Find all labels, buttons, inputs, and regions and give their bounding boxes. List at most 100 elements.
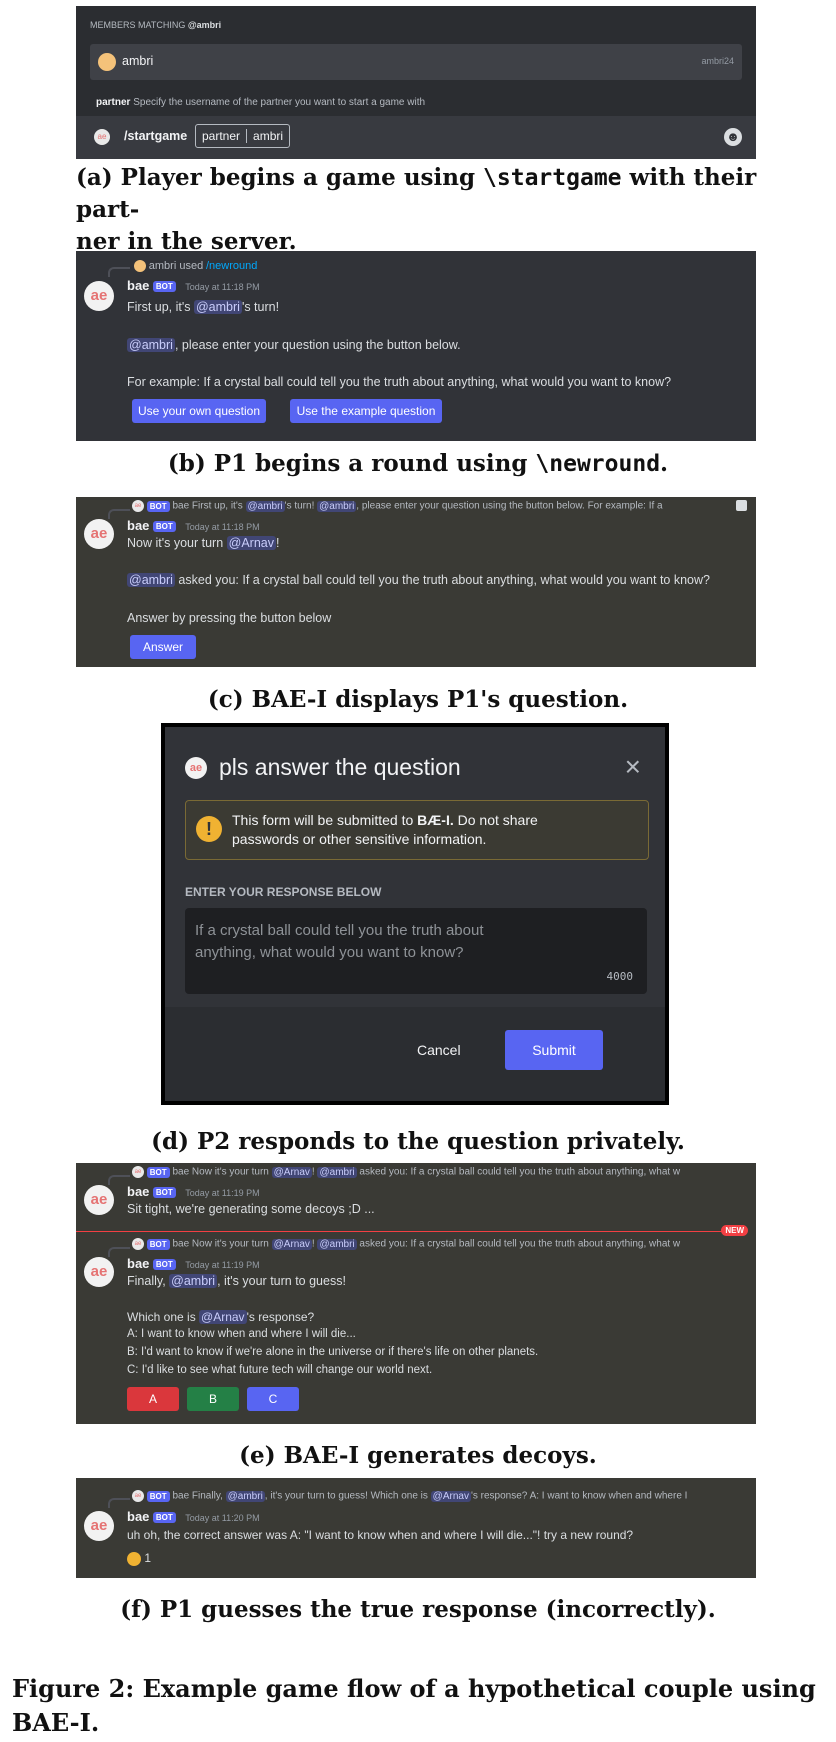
guess-c-button[interactable]: C xyxy=(247,1387,299,1411)
param-pill[interactable]: partner ambri xyxy=(195,124,291,148)
message-line-2: Which one is @Arnav's response? xyxy=(127,1310,315,1324)
members-header: MEMBERS MATCHING @ambri xyxy=(90,20,222,30)
reply-preview: ae BOT bae Finally, @ambri, it's your tu… xyxy=(132,1490,752,1502)
timestamp: Today at 11:18 PM xyxy=(185,522,260,532)
bot-avatar[interactable]: ae xyxy=(84,281,114,311)
command-link[interactable]: /newround xyxy=(206,260,257,272)
message-line-1: First up, it's @ambri's turn! xyxy=(127,300,280,314)
member-tag: ambri24 xyxy=(701,56,734,66)
message-line-1: Now it's your turn @Arnav! xyxy=(127,536,280,550)
message-line-3: For example: If a crystal ball could tel… xyxy=(127,375,672,389)
use-example-question-button[interactable]: Use the example question xyxy=(290,399,442,423)
panel-f-result: ae BOT bae Finally, @ambri, it's your tu… xyxy=(76,1478,756,1578)
option-name: partner xyxy=(96,97,131,108)
new-messages-divider xyxy=(76,1231,726,1232)
caption-e: (e) BAE-I generates decoys. xyxy=(239,1442,597,1469)
caption-c: (c) BAE-I displays P1's question. xyxy=(207,686,629,713)
grimace-emoji-icon xyxy=(127,1551,141,1566)
new-badge: NEW xyxy=(721,1225,748,1236)
panel-e-decoys: ae BOT bae Now it's your turn @Arnav! @a… xyxy=(76,1163,756,1424)
modal-footer: Cancel Submit xyxy=(165,1007,665,1101)
mention[interactable]: @Arnav xyxy=(199,1310,247,1324)
caption-b: (b) P1 begins a round using \newround. xyxy=(167,450,669,477)
param-value: ambri xyxy=(253,129,284,143)
member-suggestion[interactable]: ambri ambri24 xyxy=(90,44,742,80)
mention[interactable]: @ambri xyxy=(193,300,242,314)
option-hint: partner Specify the username of the part… xyxy=(96,97,425,108)
timestamp: Today at 11:18 PM xyxy=(185,282,260,292)
reaction-pill[interactable]: 1 xyxy=(127,1551,151,1566)
panel-d-modal: ae pls answer the question × ! This form… xyxy=(161,723,669,1105)
mention[interactable]: @Arnav xyxy=(226,536,276,550)
message-line-3: Answer by pressing the button below xyxy=(127,611,332,625)
timestamp: Today at 11:19 PM xyxy=(185,1188,260,1198)
message-line-2: @ambri asked you: If a crystal ball coul… xyxy=(127,573,710,587)
reply-preview: ae BOT bae Now it's your turn @Arnav! @a… xyxy=(132,1238,752,1250)
member-avatar xyxy=(98,53,116,71)
field-label: ENTER YOUR RESPONSE BELOW xyxy=(185,885,382,899)
warning-box: ! This form will be submitted to BÆ-I. D… xyxy=(185,800,649,860)
message-header: bae BOT Today at 11:18 PM xyxy=(127,278,260,293)
mention[interactable]: @ambri xyxy=(169,1274,218,1288)
bot-badge: BOT xyxy=(152,1187,176,1199)
bot-badge: BOT xyxy=(152,281,176,293)
message-line-2: @ambri, please enter your question using… xyxy=(127,338,461,352)
reply-preview: ae BOT bae First up, it's @ambri's turn!… xyxy=(132,500,732,512)
warning-text: This form will be submitted to BÆ-I. Do … xyxy=(232,812,538,847)
guess-a-button[interactable]: A xyxy=(127,1387,179,1411)
textarea-placeholder: If a crystal ball could tell you the tru… xyxy=(195,922,484,961)
char-limit: 4000 xyxy=(606,970,634,983)
smiley-icon[interactable]: ☻ xyxy=(724,128,742,146)
bot-avatar[interactable]: ae xyxy=(84,1257,114,1287)
header-query: @ambri xyxy=(187,20,222,30)
modal-window: ae pls answer the question × ! This form… xyxy=(165,727,665,1101)
figure-caption: Figure 2: Example game flow of a hypothe… xyxy=(12,1674,816,1737)
modal-bot-avatar: ae xyxy=(185,757,207,779)
bot-avatar[interactable]: ae xyxy=(84,519,114,549)
user-avatar-mini xyxy=(134,260,146,273)
close-icon[interactable]: × xyxy=(625,751,641,783)
bot-badge: BOT xyxy=(152,521,176,533)
cancel-button[interactable]: Cancel xyxy=(417,1042,461,1058)
caption-a: (a) Player begins a game using \startgam… xyxy=(76,164,757,255)
option-c-text: C: I'd like to see what future tech will… xyxy=(127,1364,433,1376)
bot-badge: BOT xyxy=(152,1259,176,1271)
mention[interactable]: @ambri xyxy=(127,338,175,352)
option-a-text: A: I want to know when and where I will … xyxy=(127,1328,356,1340)
bot-avatar[interactable]: ae xyxy=(84,1185,114,1215)
option-description: Specify the username of the partner you … xyxy=(133,97,426,108)
reply-preview: ambri used /newround xyxy=(134,260,257,273)
bot-name[interactable]: bae xyxy=(127,1256,149,1271)
bot-avatar: ae xyxy=(94,129,110,145)
caption-f: (f) P1 guesses the true response (incorr… xyxy=(120,1596,716,1623)
timestamp: Today at 11:20 PM xyxy=(185,1513,260,1523)
guess-b-button[interactable]: B xyxy=(187,1387,239,1411)
command-name: /startgame xyxy=(124,129,188,143)
mention[interactable]: @ambri xyxy=(127,573,175,587)
answer-button[interactable]: Answer xyxy=(130,635,196,659)
panel-b-newround: ambri used /newround ae bae BOT Today at… xyxy=(76,251,756,441)
reply-connector xyxy=(108,1498,130,1508)
bot-name[interactable]: bae xyxy=(127,518,149,533)
option-b-text: B: I'd want to know if we're alone in th… xyxy=(127,1346,539,1358)
bot-name[interactable]: bae xyxy=(127,278,149,293)
warning-icon: ! xyxy=(196,816,222,842)
message-line-1: Finally, @ambri, it's your turn to guess… xyxy=(127,1274,346,1288)
submit-button[interactable]: Submit xyxy=(505,1030,603,1070)
bot-avatar[interactable]: ae xyxy=(84,1511,114,1541)
panel-c-question: ae BOT bae First up, it's @ambri's turn!… xyxy=(76,497,756,667)
caption-d: (d) P2 responds to the question privatel… xyxy=(151,1128,685,1155)
response-textarea[interactable]: If a crystal ball could tell you the tru… xyxy=(185,908,647,994)
command-input-bar[interactable]: ae /startgame partner ambri ☻ xyxy=(76,116,756,159)
reaction-count: 1 xyxy=(144,1551,152,1565)
member-name: ambri xyxy=(122,54,154,68)
bot-name[interactable]: bae xyxy=(127,1509,149,1524)
message-1: Sit tight, we're generating some decoys … xyxy=(127,1202,375,1216)
message-header: bae BOT Today at 11:18 PM xyxy=(127,518,260,533)
bot-name[interactable]: bae xyxy=(127,1184,149,1199)
use-own-question-button[interactable]: Use your own question xyxy=(132,399,266,423)
bot-badge: BOT xyxy=(152,1512,176,1524)
message-header: bae BOT Today at 11:20 PM xyxy=(127,1509,260,1524)
timestamp: Today at 11:19 PM xyxy=(185,1260,260,1270)
image-icon xyxy=(736,500,747,511)
